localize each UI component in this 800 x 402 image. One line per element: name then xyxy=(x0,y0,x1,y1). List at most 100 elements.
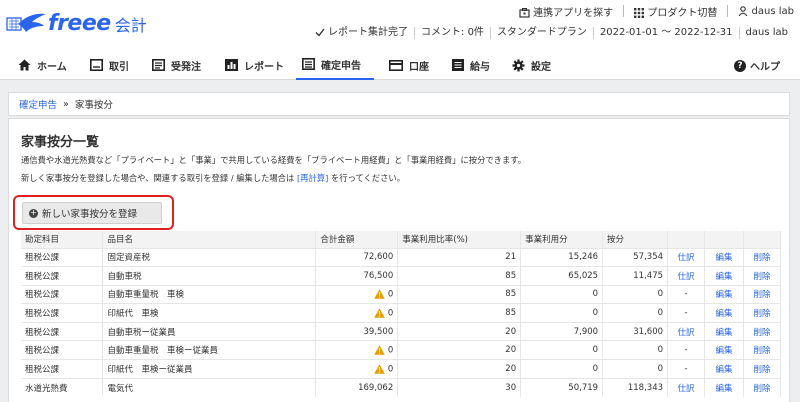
delete-link[interactable]: 削除 xyxy=(743,340,782,360)
cell-ratio: 85 xyxy=(397,266,522,286)
cell-business: 0 xyxy=(520,359,604,379)
help-icon: ? xyxy=(734,59,746,72)
nav-payroll[interactable]: 給与 xyxy=(452,50,490,80)
cell-item: 自動車税ー従業員 xyxy=(102,321,317,341)
journal-link[interactable]: 仕訳 xyxy=(667,247,705,267)
cell-ratio: 30 xyxy=(397,377,522,397)
header-journal xyxy=(667,231,705,248)
edit-link[interactable]: 編集 xyxy=(704,284,744,304)
header-item[interactable]: 品目名 xyxy=(102,231,317,248)
cell-total: 76,500 xyxy=(315,266,399,286)
header-business[interactable]: 事業利用分 xyxy=(520,231,604,248)
table-row: 租税公課 自動車重量税 車検 0 85 0 0- 編集 削除 xyxy=(21,284,782,304)
nav-home-label: ホーム xyxy=(37,61,67,73)
divider xyxy=(727,5,729,17)
nav-accounts[interactable]: 口座 xyxy=(389,50,429,80)
cell-account: 水道光熱費 xyxy=(21,377,104,397)
cell-total-value: 72,600 xyxy=(363,252,394,263)
header-total[interactable]: 合計金額 xyxy=(315,231,399,248)
table-row: 租税公課 自動車重量税 車検ー従業員 0 20 0 0- 編集 削除 xyxy=(21,340,782,360)
journal-link: - xyxy=(667,303,705,323)
edit-link[interactable]: 編集 xyxy=(704,359,744,379)
breadcrumb-current: 家事按分 xyxy=(74,100,113,111)
product-switch[interactable]: プロダクト切替 xyxy=(634,4,717,19)
cell-total-value: 39,500 xyxy=(363,326,394,337)
nav-transactions-label: 取引 xyxy=(109,61,129,73)
cell-allocation: 0 xyxy=(602,340,669,360)
journal-link[interactable]: 仕訳 xyxy=(667,377,705,397)
cell-total-value: 0 xyxy=(387,345,394,356)
nav-reports[interactable]: レポート xyxy=(225,50,284,80)
nav-home[interactable]: ホーム xyxy=(18,50,67,80)
header-allocation[interactable]: 按分 xyxy=(602,231,669,248)
edit-link[interactable]: 編集 xyxy=(704,377,744,397)
table-row: 租税公課 固定資産税 72,600 21 15,246 57,354 仕訳 編集 削除 xyxy=(21,247,782,267)
cell-ratio: 20 xyxy=(397,340,522,360)
nav-settings[interactable]: 設定 xyxy=(512,50,551,80)
cell-business: 15,246 xyxy=(520,247,604,267)
allocation-table: 勘定科目 品目名 合計金額 事業利用比率(%) 事業利用分 按分 租税公課 固定資… xyxy=(21,231,782,397)
nav-orders[interactable]: 受発注 xyxy=(152,50,201,80)
nav-tax-return[interactable]: 確定申告 xyxy=(296,50,374,80)
user-name: daus lab xyxy=(751,5,794,17)
register-allocation-button[interactable]: + 新しい家事按分を登録 xyxy=(22,202,162,224)
warning-icon xyxy=(374,345,385,355)
delete-link[interactable]: 削除 xyxy=(743,266,782,286)
cell-business: 0 xyxy=(520,303,604,323)
freee-logo[interactable]: freee 会計 xyxy=(6,8,147,38)
cell-item: 自動車重量税 車検ー従業員 xyxy=(102,340,317,360)
delete-link[interactable]: 削除 xyxy=(743,377,782,397)
description-line-1: 通信費や水道光熱費など「プライベート」と「事業」で共用している経費を「プライベー… xyxy=(21,155,527,165)
cell-account: 租税公課 xyxy=(21,359,104,379)
check-icon xyxy=(315,28,325,37)
cell-ratio: 85 xyxy=(397,284,522,304)
bird-icon xyxy=(6,13,46,32)
table-row: 租税公課 印紙代 車検ー従業員 0 20 0 0- 編集 削除 xyxy=(21,359,782,379)
delete-link[interactable]: 削除 xyxy=(743,303,782,323)
edit-link[interactable]: 編集 xyxy=(704,247,744,267)
delete-link[interactable]: 削除 xyxy=(743,321,782,341)
journal-link[interactable]: 仕訳 xyxy=(667,266,705,286)
top-bar: freee 会計 連携アプリを探す プロダクト切替 daus lab レポート集… xyxy=(0,0,800,50)
apps-link[interactable]: 連携アプリを探す xyxy=(519,4,613,19)
delete-link[interactable]: 削除 xyxy=(743,284,782,304)
cell-account: 租税公課 xyxy=(21,247,104,267)
cell-total-value: 76,500 xyxy=(363,270,394,281)
edit-link[interactable]: 編集 xyxy=(704,266,744,286)
delete-link[interactable]: 削除 xyxy=(743,359,782,379)
main-card: 家事按分一覧 通信費や水道光熱費など「プライベート」と「事業」で共用している経費… xyxy=(8,118,790,402)
edit-link[interactable]: 編集 xyxy=(704,303,744,323)
cell-item: 自動車税 xyxy=(102,266,317,286)
edit-link[interactable]: 編集 xyxy=(704,321,744,341)
nav-transactions[interactable]: 取引 xyxy=(90,50,129,80)
cell-total: 169,062 xyxy=(315,377,399,397)
breadcrumb-tax-return[interactable]: 確定申告 xyxy=(19,97,57,111)
comments-count[interactable]: コメント: 0件 xyxy=(414,27,490,39)
cell-item: 自動車重量税 車検 xyxy=(102,284,317,304)
register-button-label: 新しい家事按分を登録 xyxy=(42,209,138,220)
fiscal-period[interactable]: 2022-01-01 ～ 2022-12-31 xyxy=(592,27,739,39)
journal-link: - xyxy=(667,284,705,304)
company-name[interactable]: daus lab xyxy=(738,27,794,39)
recalculate-link[interactable]: [再計算] xyxy=(297,173,328,183)
cell-ratio: 85 xyxy=(397,303,522,323)
header-ratio[interactable]: 事業利用比率(%) xyxy=(397,231,522,248)
description-line-2: 新しく家事按分を登録した場合や、関連する取引を登録 / 編集した場合は [再計算… xyxy=(21,172,405,184)
delete-link[interactable]: 削除 xyxy=(743,247,782,267)
cell-total-value: 0 xyxy=(387,308,394,319)
journal-link[interactable]: 仕訳 xyxy=(667,321,705,341)
breadcrumb: 確定申告 » 家事按分 xyxy=(8,92,790,116)
help-link[interactable]: ? ヘルプ xyxy=(734,58,780,73)
user-menu[interactable]: daus lab xyxy=(738,6,794,17)
payroll-icon xyxy=(452,59,464,71)
warning-icon xyxy=(374,289,385,299)
edit-link[interactable]: 編集 xyxy=(704,340,744,360)
cell-allocation: 0 xyxy=(602,303,669,323)
cell-account: 租税公課 xyxy=(21,266,104,286)
cell-business: 7,900 xyxy=(520,321,604,341)
user-icon xyxy=(738,5,748,16)
header-edit xyxy=(704,231,744,248)
cell-allocation: 0 xyxy=(602,359,669,379)
report-status-text: レポート集計完了 xyxy=(328,27,409,38)
header-account[interactable]: 勘定科目 xyxy=(21,231,104,248)
